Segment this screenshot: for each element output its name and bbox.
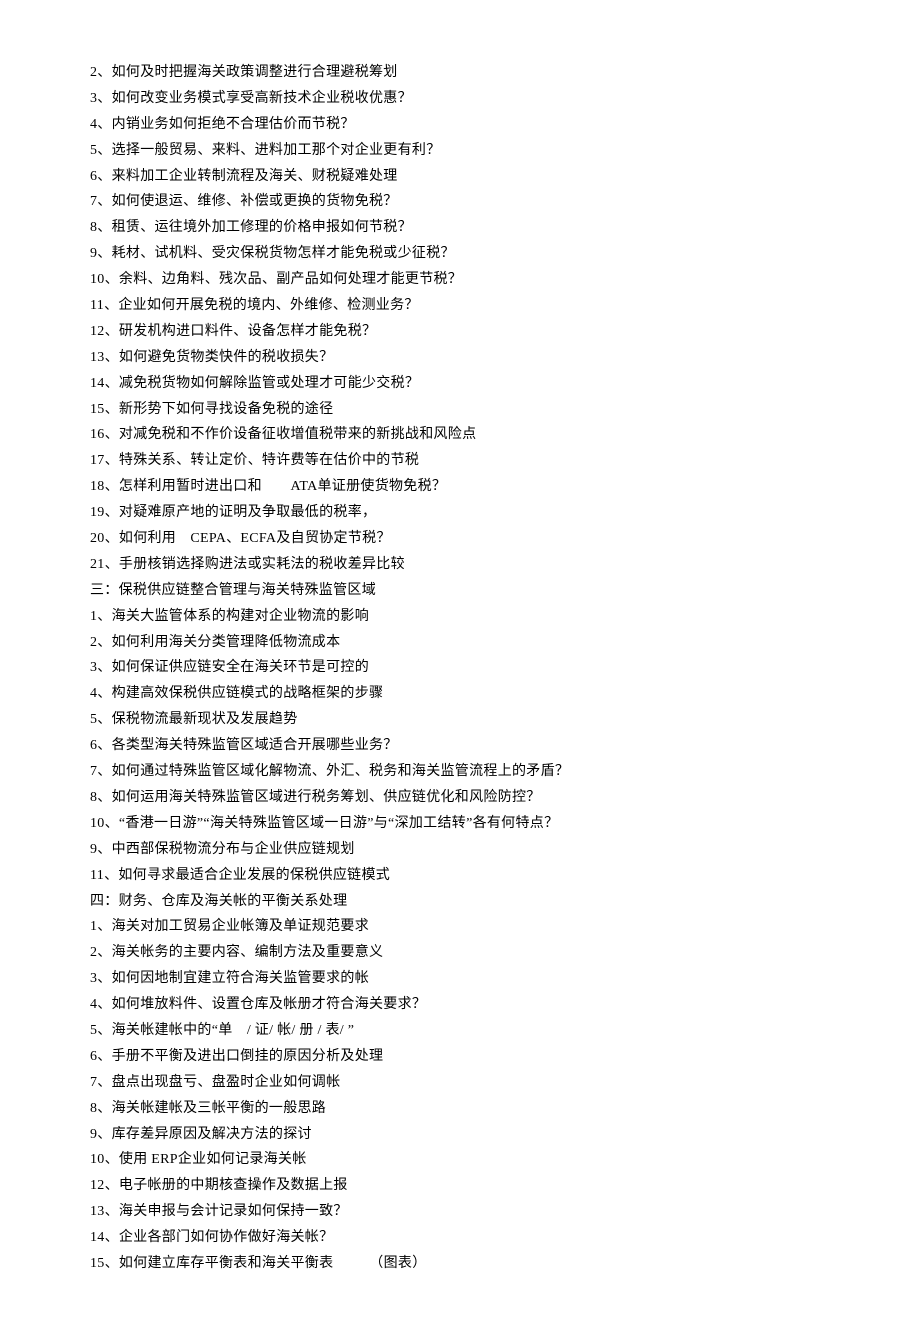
text-line: 1、海关对加工贸易企业帐簿及单证规范要求 (90, 914, 830, 940)
text-line: 8、如何运用海关特殊监管区域进行税务筹划、供应链优化和风险防控？ (90, 785, 830, 811)
text-line: 15、新形势下如何寻找设备免税的途径 (90, 397, 830, 423)
text-line: 6、来料加工企业转制流程及海关、财税疑难处理 (90, 164, 830, 190)
text-line: 12、电子帐册的中期核查操作及数据上报 (90, 1173, 830, 1199)
document-body: 2、如何及时把握海关政策调整进行合理避税筹划3、如何改变业务模式享受高新技术企业… (90, 60, 830, 1277)
text-line: 6、各类型海关特殊监管区域适合开展哪些业务？ (90, 733, 830, 759)
text-line: 12、研发机构进口料件、设备怎样才能免税？ (90, 319, 830, 345)
text-line: 9、库存差异原因及解决方法的探讨 (90, 1122, 830, 1148)
text-line: 3、如何因地制宜建立符合海关监管要求的帐 (90, 966, 830, 992)
text-line: 16、对减免税和不作价设备征收增值税带来的新挑战和风险点 (90, 422, 830, 448)
text-line: 17、特殊关系、转让定价、特许费等在估价中的节税 (90, 448, 830, 474)
text-line: 15、如何建立库存平衡表和海关平衡表 （图表） (90, 1251, 830, 1277)
text-line: 7、盘点出现盘亏、盘盈时企业如何调帐 (90, 1070, 830, 1096)
text-line: 2、如何及时把握海关政策调整进行合理避税筹划 (90, 60, 830, 86)
text-line: 1、海关大监管体系的构建对企业物流的影响 (90, 604, 830, 630)
text-line: 9、耗材、试机料、受灾保税货物怎样才能免税或少征税？ (90, 241, 830, 267)
text-line: 4、构建高效保税供应链模式的战略框架的步骤 (90, 681, 830, 707)
text-line: 14、减免税货物如何解除监管或处理才可能少交税？ (90, 371, 830, 397)
text-line: 4、内销业务如何拒绝不合理估价而节税？ (90, 112, 830, 138)
text-line: 5、海关帐建帐中的“单 / 证/ 帐/ 册 / 表/ ” (90, 1018, 830, 1044)
text-line: 11、如何寻求最适合企业发展的保税供应链模式 (90, 863, 830, 889)
text-line: 3、如何改变业务模式享受高新技术企业税收优惠？ (90, 86, 830, 112)
text-line: 10、使用 ERP企业如何记录海关帐 (90, 1147, 830, 1173)
text-line: 19、对疑难原产地的证明及争取最低的税率， (90, 500, 830, 526)
text-line: 21、手册核销选择购进法或实耗法的税收差异比较 (90, 552, 830, 578)
text-line: 8、海关帐建帐及三帐平衡的一般思路 (90, 1096, 830, 1122)
text-line: 3、如何保证供应链安全在海关环节是可控的 (90, 655, 830, 681)
text-line: 13、如何避免货物类快件的税收损失？ (90, 345, 830, 371)
text-line: 20、如何利用 CEPA、ECFA及自贸协定节税？ (90, 526, 830, 552)
text-line: 6、手册不平衡及进出口倒挂的原因分析及处理 (90, 1044, 830, 1070)
text-line: 5、选择一般贸易、来料、进料加工那个对企业更有利？ (90, 138, 830, 164)
text-line: 5、保税物流最新现状及发展趋势 (90, 707, 830, 733)
text-line: 8、租赁、运往境外加工修理的价格申报如何节税？ (90, 215, 830, 241)
text-line: 4、如何堆放料件、设置仓库及帐册才符合海关要求？ (90, 992, 830, 1018)
text-line: 四：财务、仓库及海关帐的平衡关系处理 (90, 889, 830, 915)
text-line: 14、企业各部门如何协作做好海关帐？ (90, 1225, 830, 1251)
text-line: 18、怎样利用暂时进出口和 ATA单证册使货物免税？ (90, 474, 830, 500)
text-line: 13、海关申报与会计记录如何保持一致？ (90, 1199, 830, 1225)
text-line: 10、余料、边角料、残次品、副产品如何处理才能更节税？ (90, 267, 830, 293)
text-line: 10、“香港一日游”“海关特殊监管区域一日游”与“深加工结转”各有何特点？ (90, 811, 830, 837)
text-line: 9、中西部保税物流分布与企业供应链规划 (90, 837, 830, 863)
text-line: 2、如何利用海关分类管理降低物流成本 (90, 630, 830, 656)
text-line: 三：保税供应链整合管理与海关特殊监管区域 (90, 578, 830, 604)
text-line: 2、海关帐务的主要内容、编制方法及重要意义 (90, 940, 830, 966)
text-line: 7、如何通过特殊监管区域化解物流、外汇、税务和海关监管流程上的矛盾？ (90, 759, 830, 785)
text-line: 11、企业如何开展免税的境内、外维修、检测业务？ (90, 293, 830, 319)
text-line: 7、如何使退运、维修、补偿或更换的货物免税？ (90, 189, 830, 215)
